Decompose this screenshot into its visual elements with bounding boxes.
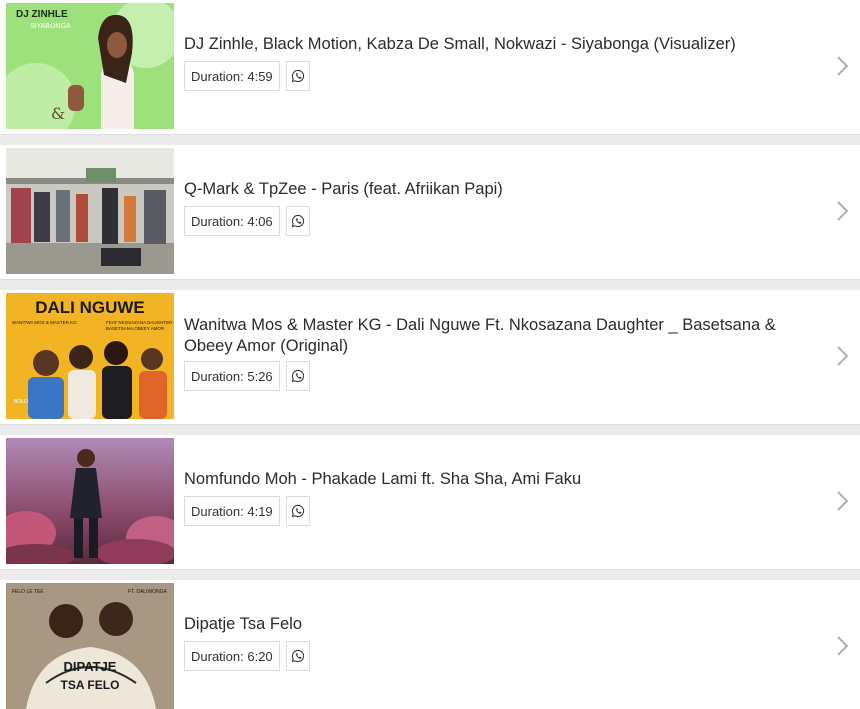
thumb-artist-text: WANITWA MOS & MASTER KG (12, 320, 77, 325)
whatsapp-share-button[interactable] (285, 61, 310, 91)
list-item[interactable]: FELO LE TEE FT. DALIWONGA DIPATJE TSA FE… (0, 580, 860, 709)
whatsapp-share-button[interactable] (285, 206, 310, 236)
whatsapp-share-button[interactable] (285, 641, 310, 671)
video-thumbnail[interactable] (6, 438, 174, 564)
whatsapp-share-button[interactable] (285, 361, 310, 391)
thumb-title-text: DIPATJE (64, 659, 117, 674)
chevron-right-icon[interactable] (834, 54, 850, 78)
chevron-right-icon[interactable] (834, 344, 850, 368)
video-title[interactable]: Nomfundo Moh - Phakade Lami ft. Sha Sha,… (184, 469, 814, 490)
duration-badge: Duration: 4:06 (184, 206, 280, 236)
video-thumbnail[interactable]: DALI NGUWE WANITWA MOS & MASTER KG FEAT … (6, 293, 174, 419)
list-item[interactable]: Q-Mark & TpZee - Paris (feat. Afriikan P… (0, 145, 860, 280)
video-title[interactable]: Dipatje Tsa Felo (184, 614, 814, 635)
list-item[interactable]: Nomfundo Moh - Phakade Lami ft. Sha Sha,… (0, 435, 860, 570)
meta-row: Duration: 6:20 (184, 641, 310, 671)
meta-row: Duration: 4:59 (184, 61, 310, 91)
thumb-artist-text: FELO LE TEE (12, 589, 44, 595)
meta-row: Duration: 4:19 (184, 496, 310, 526)
duration-badge: Duration: 6:20 (184, 641, 280, 671)
thumb-artist-text: DJ ZINHLE (16, 9, 68, 20)
meta-row: Duration: 5:26 (184, 361, 310, 391)
video-thumbnail[interactable] (6, 148, 174, 274)
video-title[interactable]: DJ Zinhle, Black Motion, Kabza De Small,… (184, 34, 814, 55)
list-item[interactable]: DJ ZINHLE SIYABONGA & DJ Zinhle, Black M… (0, 0, 860, 135)
thumb-title-text: DALI NGUWE (35, 298, 145, 317)
video-list: DJ ZINHLE SIYABONGA & DJ Zinhle, Black M… (0, 0, 860, 709)
chevron-right-icon[interactable] (834, 634, 850, 658)
thumb-song-text: SIYABONGA (30, 23, 71, 30)
thumb-title-text-2: TSA FELO (61, 678, 120, 692)
chevron-right-icon[interactable] (834, 199, 850, 223)
chevron-right-icon[interactable] (834, 489, 850, 513)
meta-row: Duration: 4:06 (184, 206, 310, 236)
duration-badge: Duration: 5:26 (184, 361, 280, 391)
duration-badge: Duration: 4:19 (184, 496, 280, 526)
whatsapp-icon (291, 214, 304, 228)
list-item[interactable]: DALI NGUWE WANITWA MOS & MASTER KG FEAT … (0, 290, 860, 425)
whatsapp-icon (291, 649, 304, 663)
svg-text:&: & (51, 104, 65, 123)
duration-badge: Duration: 4:59 (184, 61, 280, 91)
whatsapp-share-button[interactable] (285, 496, 310, 526)
thumb-feat-text-2: BASETSANA,OBEEY AMOR (106, 326, 165, 331)
thumb-feat-text: FT. DALIWONGA (128, 589, 168, 595)
video-title[interactable]: Q-Mark & TpZee - Paris (feat. Afriikan P… (184, 179, 814, 200)
whatsapp-icon (291, 69, 304, 83)
video-title[interactable]: Wanitwa Mos & Master KG - Dali Nguwe Ft.… (184, 315, 814, 357)
thumb-feat-text: FEAT NKOSAZANA DAUGHTER (106, 320, 173, 325)
video-thumbnail[interactable]: FELO LE TEE FT. DALIWONGA DIPATJE TSA FE… (6, 583, 174, 709)
whatsapp-icon (291, 504, 304, 518)
video-thumbnail[interactable]: DJ ZINHLE SIYABONGA & (6, 3, 174, 129)
svg-text:BOLO: BOLO (14, 399, 28, 405)
whatsapp-icon (291, 369, 304, 383)
